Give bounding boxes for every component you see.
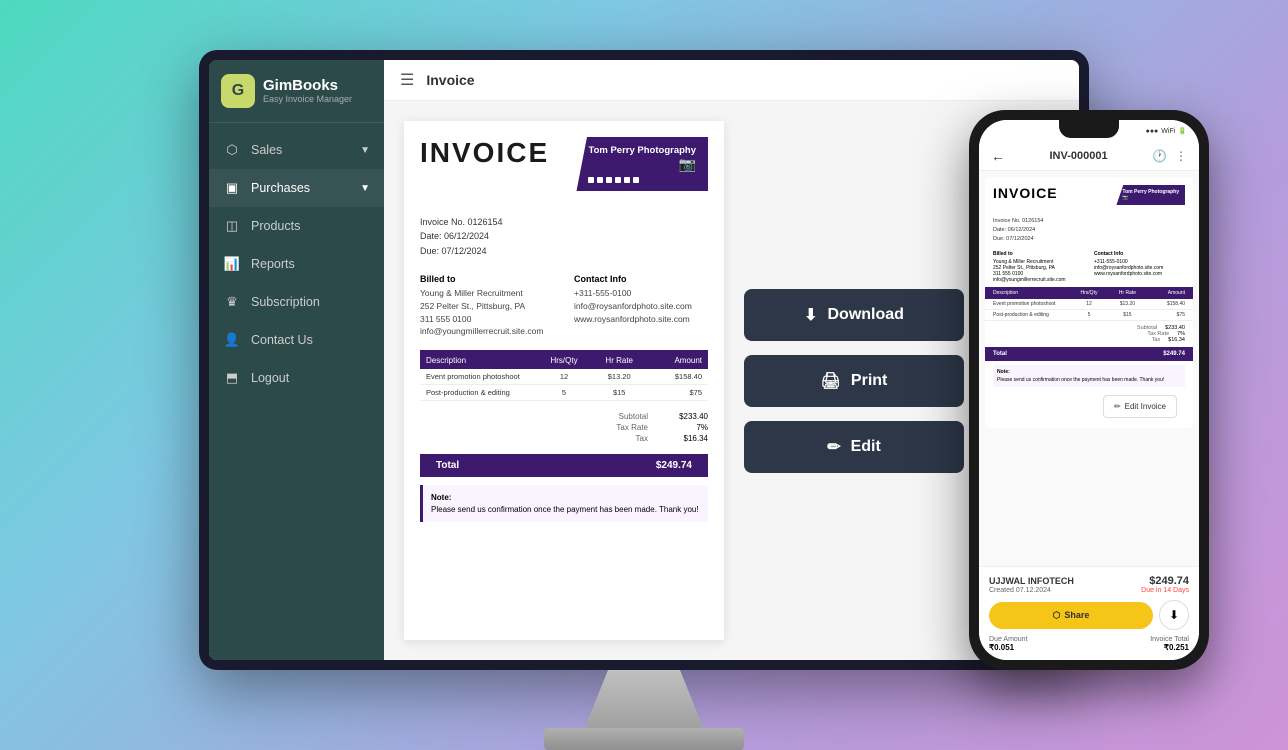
sidebar-item-label: Products [251, 219, 300, 233]
share-icon: ⬡ [1053, 610, 1061, 621]
edit-icon: ✏ [1114, 402, 1121, 411]
history-icon[interactable]: 🕐 [1152, 149, 1167, 163]
phone-amounts-row: Due Amount ₹0.051 Invoice Total ₹0.251 [989, 636, 1189, 652]
app-tagline: Easy Invoice Manager [263, 94, 352, 104]
phone-notch [1059, 120, 1119, 138]
phone-table-header: Description Hrs/Qty Hr Rate Amount [985, 287, 1193, 299]
phone-share-row: ⬡ Share ⬇ [989, 600, 1189, 630]
sidebar-nav: ⬡ Sales ▼ ▣ Purchases ▼ ◫ Products 📊 [209, 123, 384, 660]
sidebar-item-label: Purchases [251, 181, 310, 195]
phone-amount: $249.74 [1149, 575, 1189, 587]
invoice-date: Date: 06/12/2024 [420, 229, 708, 243]
table-header: Description Hrs/Qty Hr Rate Amount [420, 352, 708, 369]
contact-info: +311-555-0100 info@roysanfordphoto.site.… [574, 287, 708, 325]
phone-table-row: Event promotion photoshoot 12 $13.20 $15… [985, 299, 1193, 310]
monitor-screen: G GimBooks Easy Invoice Manager ⬡ Sales … [209, 60, 1079, 660]
invoice-title: INVOICE [420, 137, 549, 169]
sidebar-item-contact-us[interactable]: 👤 Contact Us [209, 321, 384, 359]
invoice-preview: INVOICE Tom Perry Photography 📷 [404, 121, 724, 640]
phone-header: ← INV-000001 🕐 ⋮ [979, 142, 1199, 171]
sidebar-item-label: Sales [251, 143, 282, 157]
print-button[interactable]: 🖨 Print [744, 355, 964, 407]
table-row: Post-production & editing 5 $15 $75 [420, 385, 708, 401]
phone-inv-info: Invoice No. 0126154 Date: 06/12/2024 Due… [985, 213, 1193, 247]
logo-icon: G [221, 74, 255, 108]
hamburger-icon[interactable]: ☰ [400, 70, 414, 90]
app-name: GimBooks [263, 78, 352, 95]
phone-table-row: Post-production & editing 5 $15 $75 [985, 310, 1193, 321]
logout-icon: ⬒ [223, 369, 241, 387]
phone-inv-header: INVOICE Tom Perry Photography 📷 [985, 177, 1193, 213]
phone-screen: ●●●WiFi🔋 ← INV-000001 🕐 ⋮ INVOICE Tom Pe… [979, 120, 1199, 660]
reports-icon: 📊 [223, 255, 241, 273]
monitor: G GimBooks Easy Invoice Manager ⬡ Sales … [199, 50, 1089, 670]
products-icon: ◫ [223, 217, 241, 235]
top-bar: ☰ Invoice [384, 60, 1079, 101]
chevron-down-icon: ▼ [360, 183, 370, 194]
company-badge: Tom Perry Photography 📷 [576, 137, 708, 191]
sidebar-item-reports[interactable]: 📊 Reports [209, 245, 384, 283]
invoice-billed: Billed to Young & Miller Recruitment 252… [404, 266, 724, 346]
invoice-header: INVOICE Tom Perry Photography 📷 [404, 121, 724, 207]
phone-company-badge: Tom Perry Photography 📷 [1116, 185, 1185, 205]
phone-due-note: Due in 14 Days [1141, 587, 1189, 594]
download-icon: ⬇ [804, 305, 817, 325]
invoice-info: Invoice No. 0126154 Date: 06/12/2024 Due… [404, 207, 724, 266]
sidebar-item-products[interactable]: ◫ Products [209, 207, 384, 245]
sidebar-item-purchases[interactable]: ▣ Purchases ▼ [209, 169, 384, 207]
billed-name: Young & Miller Recruitment 252 Pelter St… [420, 287, 554, 338]
phone-note: Note: Please send us confirmation once t… [993, 365, 1185, 387]
table-row: Event promotion photoshoot 12 $13.20 $15… [420, 369, 708, 385]
contact-info-label: Contact Info [574, 274, 708, 284]
invoice-note: Note: Please send us confirmation once t… [420, 485, 708, 522]
sidebar-item-subscription[interactable]: ♛ Subscription [209, 283, 384, 321]
sidebar-item-logout[interactable]: ⬒ Logout [209, 359, 384, 397]
phone-mockup: ●●●WiFi🔋 ← INV-000001 🕐 ⋮ INVOICE Tom Pe… [969, 110, 1209, 670]
invoice-due: Due: 07/12/2024 [420, 244, 708, 258]
phone-total-bar: Total $249.74 [985, 347, 1193, 361]
more-options-icon[interactable]: ⋮ [1175, 149, 1187, 163]
subscription-icon: ♛ [223, 293, 241, 311]
invoice-table: Description Hrs/Qty Hr Rate Amount Event… [420, 350, 708, 401]
phone-invoice-number: INV-000001 [1049, 150, 1107, 162]
phone-share-button[interactable]: ⬡ Share [989, 602, 1153, 629]
back-arrow-icon[interactable]: ← [991, 148, 1005, 164]
page-title: Invoice [426, 72, 474, 88]
phone-company-name: UJJWAL INFOTECH [989, 576, 1074, 586]
invoice-totals: Subtotal $233.40 Tax Rate 7% Tax $16.34 [404, 405, 724, 450]
camera-icon: 📷 [588, 156, 696, 173]
sidebar-item-label: Logout [251, 371, 289, 385]
billed-to-label: Billed to [420, 274, 554, 284]
sidebar-item-label: Subscription [251, 295, 320, 309]
total-final: Total $249.74 [420, 454, 708, 477]
phone-edit-invoice-button[interactable]: ✏ Edit Invoice [1103, 395, 1177, 418]
sidebar: G GimBooks Easy Invoice Manager ⬡ Sales … [209, 60, 384, 660]
monitor-base [544, 728, 744, 750]
download-button[interactable]: ⬇ Download [744, 289, 964, 341]
phone-totals: Subtotal $233.40 Tax Rate 7% Tax $16.34 [985, 321, 1193, 347]
print-icon: 🖨 [821, 371, 841, 391]
phone-bottom: UJJWAL INFOTECH $249.74 Created 07.12.20… [979, 566, 1199, 660]
monitor-stand [584, 670, 704, 730]
sidebar-item-sales[interactable]: ⬡ Sales ▼ [209, 131, 384, 169]
phone-created: Created 07.12.2024 [989, 587, 1051, 594]
purchases-icon: ▣ [223, 179, 241, 197]
sidebar-logo: G GimBooks Easy Invoice Manager [209, 60, 384, 123]
phone-invoice-mini: INVOICE Tom Perry Photography 📷 Invoice … [979, 171, 1199, 566]
phone-inv-billed: Billed to Young & Miller Recruitment 252… [985, 247, 1193, 287]
edit-icon: ✏ [827, 437, 840, 457]
logo-text: GimBooks Easy Invoice Manager [263, 78, 352, 105]
phone-inv-content: INVOICE Tom Perry Photography 📷 Invoice … [985, 177, 1193, 428]
sidebar-item-label: Contact Us [251, 333, 313, 347]
edit-button[interactable]: ✏ Edit [744, 421, 964, 473]
contact-icon: 👤 [223, 331, 241, 349]
sidebar-item-label: Reports [251, 257, 295, 271]
phone-inv-title: INVOICE [993, 185, 1058, 205]
sales-icon: ⬡ [223, 141, 241, 159]
phone-download-button[interactable]: ⬇ [1159, 600, 1189, 630]
invoice-number: Invoice No. 0126154 [420, 215, 708, 229]
chevron-down-icon: ▼ [360, 145, 370, 156]
company-name: Tom Perry Photography [588, 145, 696, 156]
